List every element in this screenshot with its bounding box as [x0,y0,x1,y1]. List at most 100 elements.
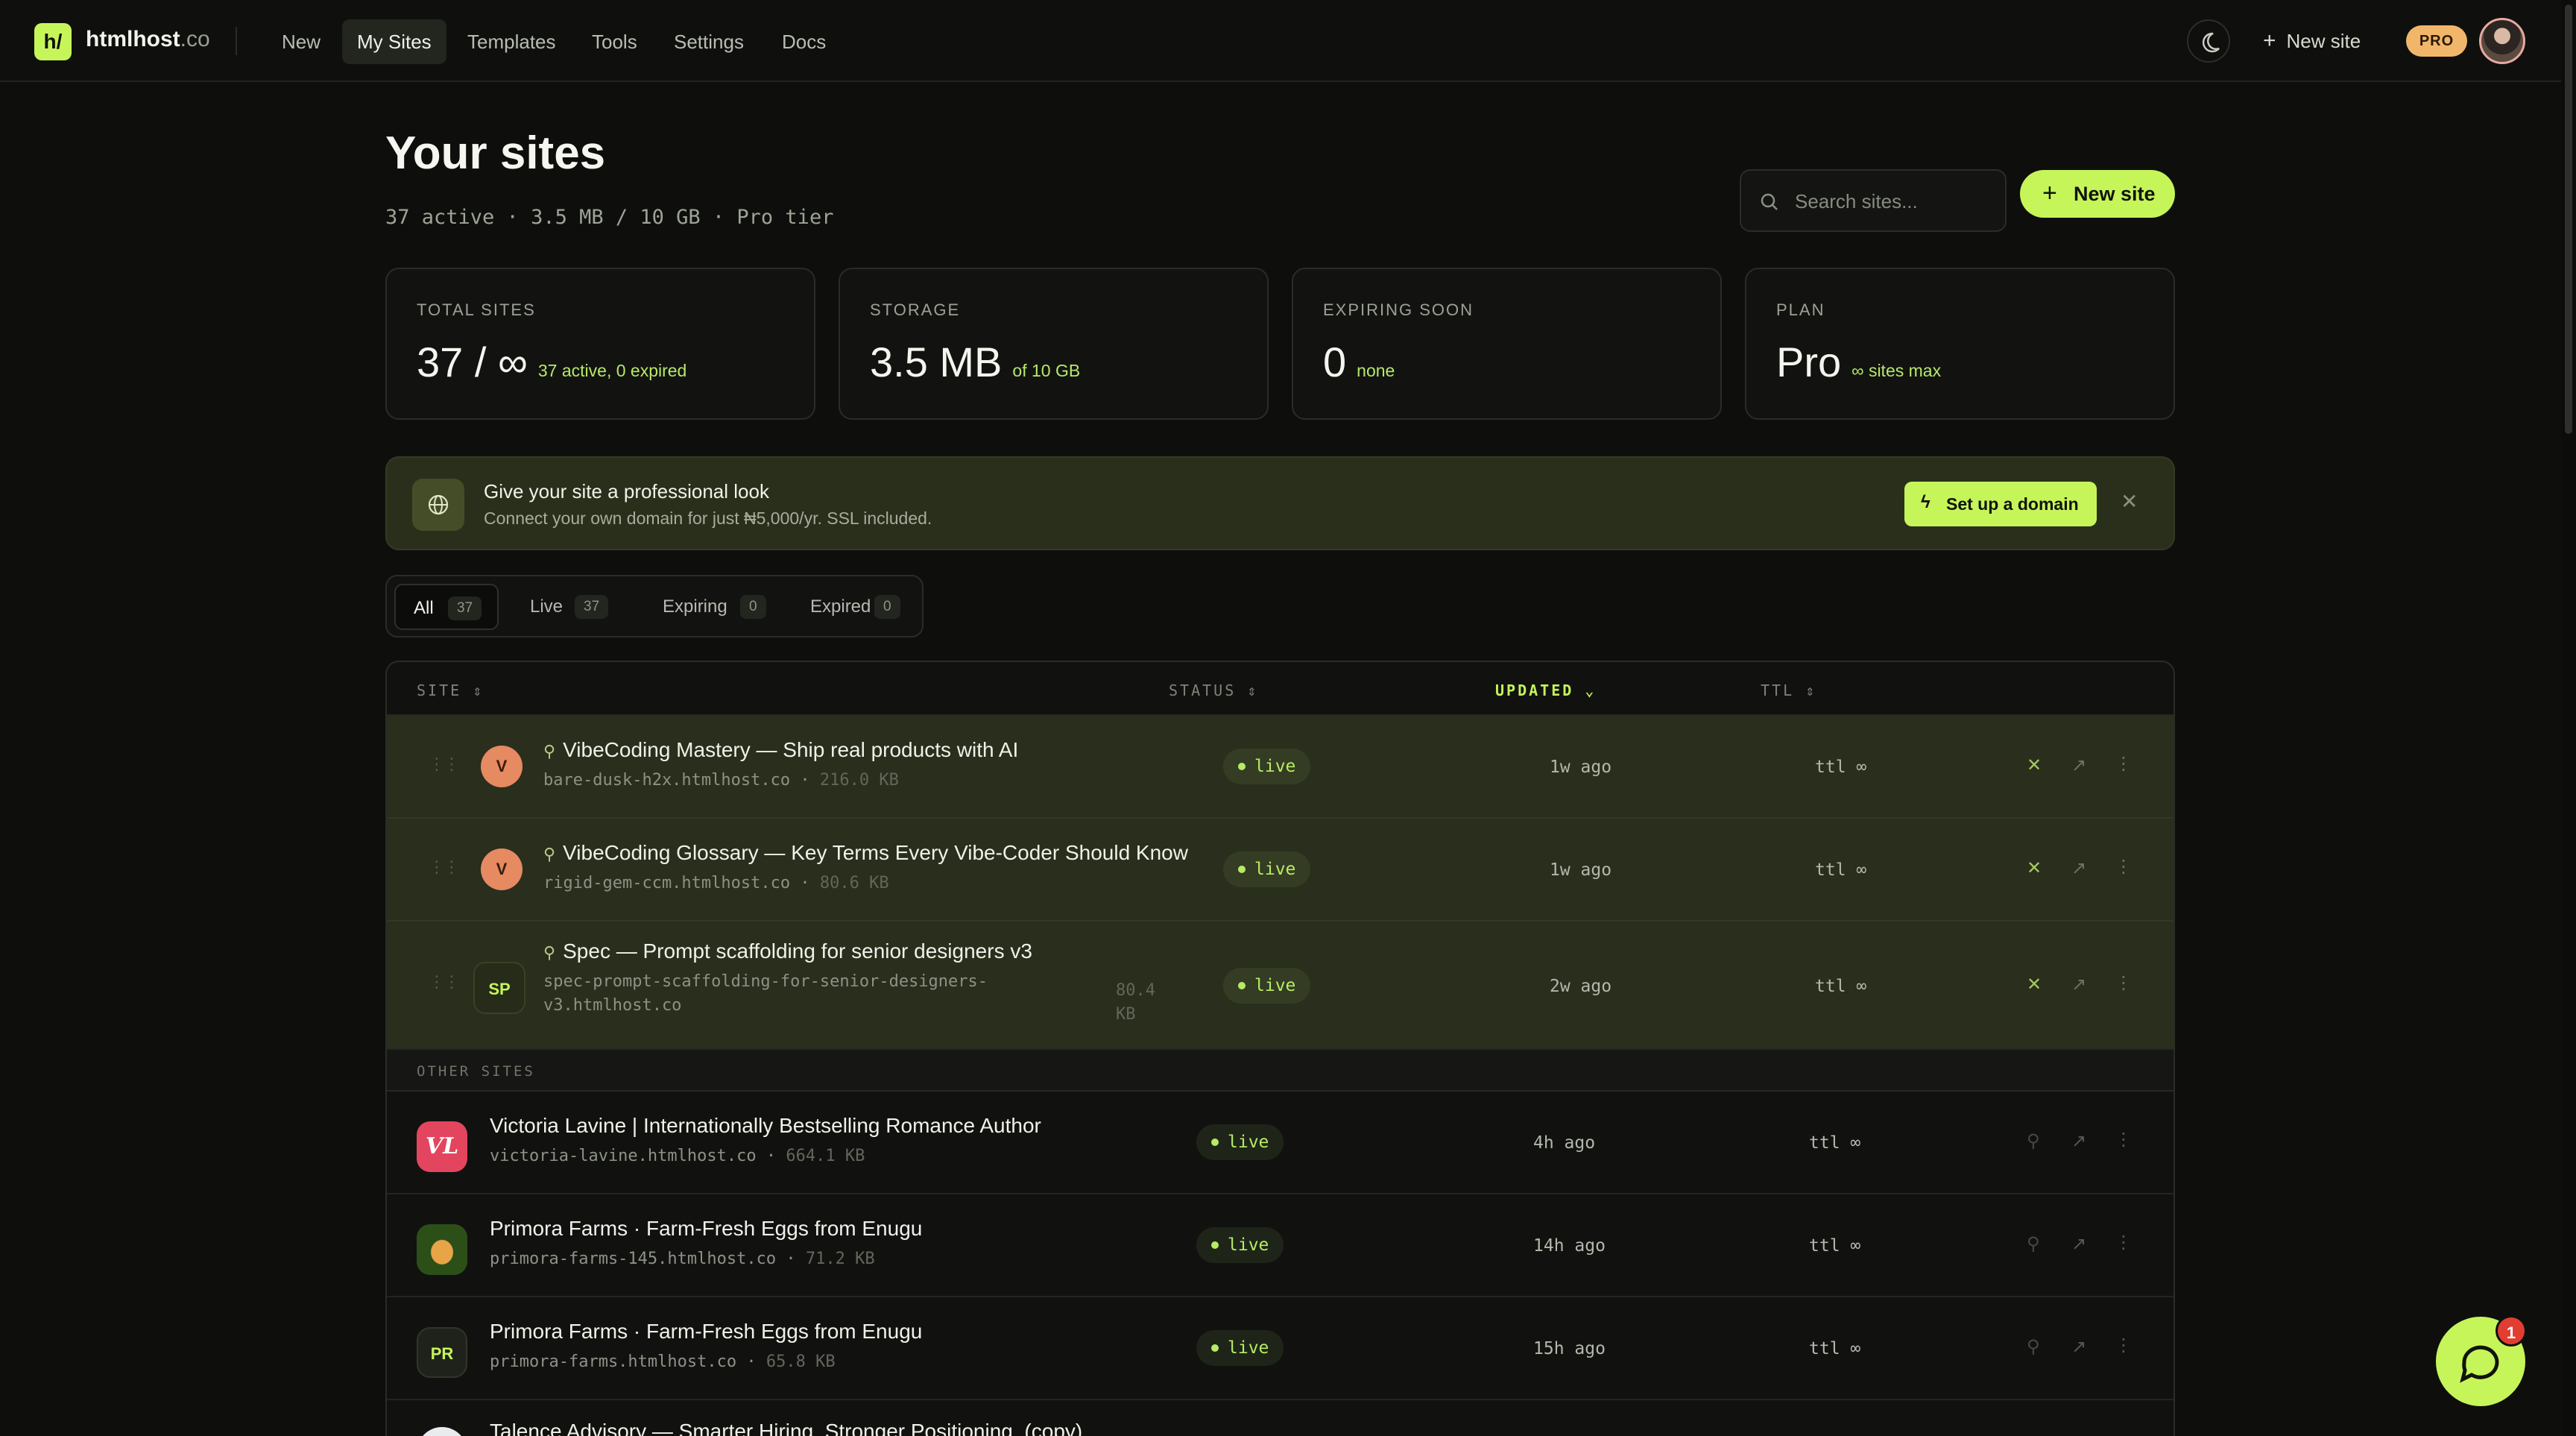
more-options-icon[interactable]: ⋮ [2115,1232,2133,1253]
updated-time: 1w ago [1550,860,1612,880]
status-badge: live [1196,1227,1284,1263]
site-url: victoria-lavine.htmlhost.co [490,1147,757,1165]
pin-icon[interactable]: ⚲ [2027,1233,2040,1255]
open-external-icon[interactable]: ↗ [2071,1130,2086,1152]
plus-icon: + [2263,28,2276,53]
tab-all[interactable]: All 37 [394,584,499,630]
table-row[interactable]: ⋮⋮ SP ⚲ Spec — Prompt scaffolding for sen… [387,922,2174,1048]
site-title: VibeCoding Mastery — Ship real products … [563,738,1019,761]
status-badge: live [1196,1124,1284,1160]
more-options-icon[interactable]: ⋮ [2115,972,2133,994]
site-url: rigid-gem-ccm.htmlhost.co [543,874,791,892]
column-header-ttl[interactable]: TTL ⇕ [1761,681,1816,699]
new-site-button[interactable]: + New site [2020,170,2175,218]
logo-icon[interactable]: h/ [34,23,72,60]
updated-time: 2w ago [1550,977,1612,996]
tab-expiring[interactable]: Expiring 0 [645,584,786,630]
set-up-domain-button[interactable]: ϟ Set up a domain [1904,482,2097,526]
ttl-value: ttl ∞ [1809,1236,1861,1256]
ttl-value: ttl ∞ [1815,758,1867,777]
open-external-icon[interactable]: ↗ [2071,1233,2086,1255]
chevron-down-icon: ⌄ [1585,681,1597,699]
site-title: Victoria Lavine | Internationally Bestse… [490,1114,1041,1137]
table-row[interactable]: VL Victoria Lavine | Internationally Bes… [387,1092,2174,1194]
status-badge: live [1223,749,1311,784]
avatar[interactable] [2479,18,2525,64]
site-avatar [417,1427,467,1436]
site-title: Primora Farms · Farm-Fresh Eggs from Enu… [490,1217,923,1240]
nav-templates[interactable]: Templates [452,19,571,64]
pin-icon: ⚲ [543,742,556,760]
table-row[interactable]: ⋮⋮ V ⚲ VibeCoding Mastery — Ship real pro… [387,716,2174,819]
nav-new[interactable]: New [267,19,335,64]
site-title: VibeCoding Glossary — Key Terms Every Vi… [563,841,1188,864]
site-avatar: V [481,848,523,890]
more-options-icon[interactable]: ⋮ [2115,856,2133,878]
top-new-site-button[interactable]: + New site [2263,28,2361,54]
column-header-updated[interactable]: UPDATED ⌄ [1495,681,1596,699]
chat-support-button[interactable]: 1 [2436,1315,2527,1406]
section-label-other-sites: OTHER SITES [387,1048,2174,1092]
site-url: primora-farms.htmlhost.co [490,1352,737,1371]
sort-icon: ⇕ [473,681,484,699]
updated-time: 4h ago [1533,1133,1596,1153]
table-row[interactable]: Primora Farms · Farm-Fresh Eggs from Enu… [387,1194,2174,1297]
updated-time: 15h ago [1533,1339,1606,1358]
scrollbar-thumb[interactable] [2565,4,2572,434]
status-badge: live [1223,968,1311,1004]
drag-handle-icon[interactable]: ⋮⋮ [429,972,460,992]
status-badge: live [1223,851,1311,887]
table-row[interactable]: Talence Advisory — Smarter Hiring. Stron… [387,1400,2174,1436]
stat-card-storage: STORAGE 3.5 MB of 10 GB [839,268,1269,420]
banner-title: Give your site a professional look [484,480,769,503]
tab-live[interactable]: Live 37 [512,584,631,630]
unpin-icon[interactable]: ✕ [2027,755,2042,776]
drag-handle-icon[interactable]: ⋮⋮ [429,857,460,877]
unpin-icon[interactable]: ✕ [2027,974,2042,995]
top-navigation-bar: h/ htmlhost.co New My Sites Templates To… [0,0,2576,82]
ttl-value: ttl ∞ [1809,1339,1861,1358]
lightning-icon: ϟ [1921,492,1931,512]
open-external-icon[interactable]: ↗ [2071,974,2086,995]
site-avatar: PR [417,1327,467,1378]
search-placeholder: Search sites... [1795,190,1918,212]
ttl-value: ttl ∞ [1809,1133,1861,1153]
column-header-site[interactable]: SITE ⇕ [417,681,484,699]
column-header-status[interactable]: STATUS ⇕ [1169,681,1258,699]
divider [236,27,237,55]
tab-expired[interactable]: Expired 0 [792,584,912,630]
table-row[interactable]: ⋮⋮ V ⚲ VibeCoding Glossary — Key Terms Ev… [387,819,2174,922]
nav-settings[interactable]: Settings [659,19,759,64]
site-url: spec-prompt-scaffolding-for-senior-desig… [543,972,988,991]
open-external-icon[interactable]: ↗ [2071,857,2086,879]
more-options-icon[interactable]: ⋮ [2115,753,2133,775]
stat-card-plan: PLAN Pro ∞ sites max [1745,268,2175,420]
open-external-icon[interactable]: ↗ [2071,755,2086,776]
status-badge: live [1196,1330,1284,1366]
unpin-icon[interactable]: ✕ [2027,857,2042,879]
nav-tools[interactable]: Tools [577,19,652,64]
page-title: Your sites [385,127,606,179]
pin-icon[interactable]: ⚲ [2027,1130,2040,1152]
open-external-icon[interactable]: ↗ [2071,1336,2086,1358]
site-size: 80.4 [1116,981,1155,1000]
nav-docs[interactable]: Docs [767,19,841,64]
table-row[interactable]: PR Primora Farms · Farm-Fresh Eggs from … [387,1297,2174,1400]
more-options-icon[interactable]: ⋮ [2115,1129,2133,1150]
stat-card-total-sites: TOTAL SITES 37 / ∞ 37 active, 0 expired [385,268,815,420]
brand-name[interactable]: htmlhost.co [86,27,210,52]
plus-icon: + [2042,179,2057,207]
pin-icon: ⚲ [543,943,556,962]
updated-time: 14h ago [1533,1236,1606,1256]
search-input[interactable]: Search sites... [1740,169,2007,232]
page-subtitle: 37 active · 3.5 MB / 10 GB · Pro tier [385,206,834,229]
theme-toggle-button[interactable] [2187,19,2230,63]
search-icon [1761,193,1778,210]
close-icon[interactable]: ✕ [2121,489,2138,514]
site-avatar [417,1224,467,1275]
nav-my-sites[interactable]: My Sites [342,19,446,64]
pin-icon[interactable]: ⚲ [2027,1336,2040,1358]
stat-card-expiring-soon: EXPIRING SOON 0 none [1292,268,1722,420]
drag-handle-icon[interactable]: ⋮⋮ [429,755,460,774]
more-options-icon[interactable]: ⋮ [2115,1335,2133,1356]
